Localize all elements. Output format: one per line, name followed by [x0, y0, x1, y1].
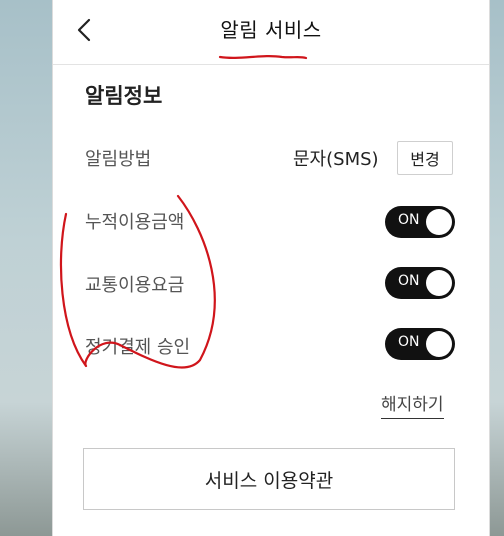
- toggle-state-label: ON: [398, 212, 420, 228]
- section-title: 알림정보: [85, 84, 163, 108]
- toggle-subscription-approval[interactable]: ON: [385, 328, 455, 360]
- watermark: 알송달송IT세상 rdsong.com: [160, 516, 334, 531]
- toggle-knob: [426, 331, 452, 357]
- toggle-cumulative-amount[interactable]: ON: [385, 206, 455, 238]
- toggle-knob: [426, 270, 452, 296]
- terms-of-service-button[interactable]: 서비스 이용약관: [83, 448, 455, 510]
- unsubscribe-link[interactable]: 해지하기: [381, 390, 444, 419]
- toggle-label-transport: 교통이용요금: [85, 275, 185, 296]
- toggle-transport-fare[interactable]: ON: [385, 267, 455, 299]
- background-left: [0, 0, 52, 536]
- toggle-label-cumulative: 누적이용금액: [85, 212, 185, 233]
- method-value: 문자(SMS): [293, 149, 379, 170]
- toggle-state-label: ON: [398, 334, 420, 350]
- background-right: [488, 0, 504, 536]
- change-method-button[interactable]: 변경: [397, 141, 453, 175]
- toggle-state-label: ON: [398, 273, 420, 289]
- toggle-label-subscription: 정기결제 승인: [85, 337, 191, 358]
- method-label: 알림방법: [85, 149, 152, 170]
- page-title: 알림 서비스: [220, 18, 322, 42]
- toggle-knob: [426, 209, 452, 235]
- notification-panel: 알림 서비스 알림정보 알림방법 문자(SMS) 변경 누적이용금액 ON 교통…: [52, 0, 490, 536]
- header-bar: 알림 서비스: [53, 0, 489, 65]
